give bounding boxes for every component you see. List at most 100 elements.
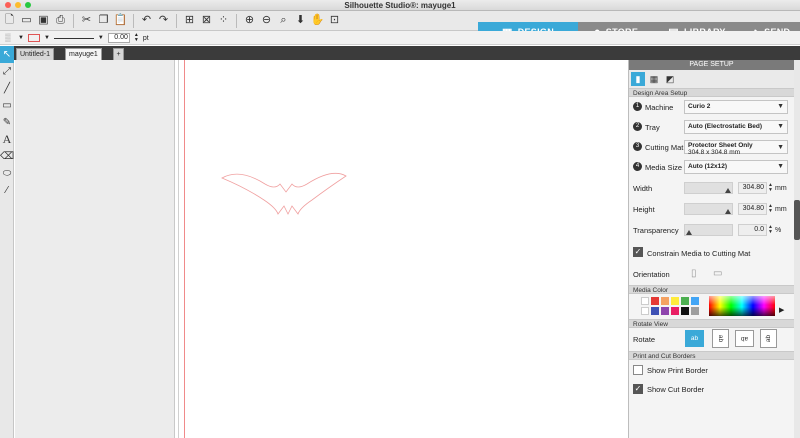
eraser-tool-icon[interactable]: ⌫ — [0, 148, 14, 165]
undo-icon[interactable]: ↶ — [139, 13, 154, 28]
cut-shape[interactable] — [220, 158, 420, 228]
paste-icon[interactable]: 📋 — [113, 13, 128, 28]
step-number: 4 — [633, 162, 642, 171]
transparency-slider[interactable] — [684, 224, 733, 236]
line-tool-icon[interactable]: ╱ — [0, 80, 14, 97]
rectangle-tool-icon[interactable]: ▭ — [0, 97, 14, 114]
show-cut-checkbox[interactable]: ✓ — [633, 384, 643, 394]
fill-pattern-icon[interactable]: ▒ — [2, 33, 14, 43]
media-size-row: 4 Media Size Auto (12x12) ▼ — [629, 157, 794, 177]
stepper-icon[interactable]: ▲ ▼ — [768, 183, 773, 193]
width-slider[interactable] — [684, 182, 733, 194]
rotate-90-button[interactable]: ab — [712, 329, 729, 348]
pencil-tool-icon[interactable]: ✎ — [0, 114, 14, 131]
rotate-180-button[interactable]: ab — [735, 330, 754, 347]
line-width-input[interactable]: 0.00 — [107, 33, 130, 43]
doc-tab-mayuge1[interactable]: mayuge1 — [65, 48, 102, 60]
page-icon[interactable]: ▮ — [631, 72, 645, 86]
slider-handle[interactable] — [725, 188, 731, 193]
rotate-0-button[interactable]: ab — [685, 330, 704, 347]
toolbar-divider — [73, 14, 74, 28]
media-size-select[interactable]: Auto (12x12) ▼ — [684, 160, 788, 174]
select-tool-icon[interactable]: ↖ — [0, 46, 14, 63]
width-unit: mm — [775, 185, 787, 192]
tray-select[interactable]: Auto (Electrostatic Bed) ▼ — [684, 120, 788, 134]
color-swatch[interactable] — [641, 307, 649, 315]
scrollbar-thumb[interactable] — [794, 200, 800, 240]
print-cut-section: Print and Cut Borders — [629, 351, 794, 360]
color-swatch[interactable] — [651, 297, 659, 305]
color-swatch[interactable] — [641, 297, 649, 305]
width-input[interactable]: 304.80 — [738, 182, 767, 194]
constrain-checkbox[interactable]: ✓ — [633, 247, 643, 257]
stepper-icon[interactable]: ▲ ▼ — [134, 33, 139, 43]
rotate-270-button[interactable]: ab — [760, 329, 777, 348]
color-swatch[interactable] — [661, 297, 669, 305]
zoom-in-icon[interactable]: ⊕ — [242, 13, 257, 28]
open-icon[interactable]: ▭ — [19, 13, 34, 28]
redo-icon[interactable]: ↷ — [156, 13, 171, 28]
chevron-down-icon[interactable]: ▼ — [44, 35, 50, 41]
stepper-icon[interactable]: ▲ ▼ — [768, 204, 773, 214]
color-swatch[interactable] — [691, 297, 699, 305]
height-slider[interactable] — [684, 203, 733, 215]
fit-icon[interactable]: ⊡ — [327, 13, 342, 28]
color-swatch[interactable] — [681, 307, 689, 315]
add-tab-button[interactable]: + — [113, 48, 124, 60]
point-edit-tool-icon[interactable]: ⤢ — [0, 63, 14, 80]
cut-icon[interactable]: ✂ — [79, 13, 94, 28]
design-page[interactable] — [174, 60, 628, 438]
show-print-checkbox[interactable] — [633, 365, 643, 375]
line-style-preview[interactable] — [53, 37, 94, 39]
copy-icon[interactable]: ❐ — [96, 13, 111, 28]
cutting-mat-select[interactable]: Protector Sheet Only 304.8 x 304.8 mm ▼ — [684, 140, 788, 156]
zoom-out-icon[interactable]: ⊖ — [259, 13, 274, 28]
vertical-scrollbar[interactable] — [794, 60, 800, 438]
title-bar: Silhouette Studio®: mayuge1 — [0, 0, 800, 11]
text-tool-icon[interactable]: A — [0, 131, 14, 148]
height-input[interactable]: 304.80 — [738, 203, 767, 215]
height-unit: mm — [775, 206, 787, 213]
line-style-bar: ▒ ▼ ▼ ▼ 0.00 ▲ ▼ pt — [0, 31, 800, 45]
doc-tab-untitled[interactable]: Untitled-1 — [16, 48, 54, 60]
line-width-unit: pt — [142, 34, 149, 42]
move-down-icon[interactable]: ⬇ — [293, 13, 308, 28]
landscape-icon[interactable]: ▭ — [713, 268, 722, 279]
group-icon[interactable]: ⊞ — [182, 13, 197, 28]
color-swatch[interactable] — [671, 297, 679, 305]
rotate-label: Rotate — [633, 335, 656, 344]
chevron-down-icon: ▼ — [777, 123, 784, 130]
color-swatch[interactable] — [691, 307, 699, 315]
main-toolbar: 🗋 ▭ ▣ ⎙ ✂ ❐ 📋 ↶ ↷ ⊞ ⊠ ⁘ ⊕ ⊖ ⌕ ⬇ ✋ ⊡ ▦DES… — [0, 11, 800, 42]
constrain-label: Constrain Media to Cutting Mat — [647, 249, 751, 258]
slider-handle[interactable] — [725, 209, 731, 214]
machine-select[interactable]: Curio 2 ▼ — [684, 100, 788, 114]
transparency-input[interactable]: 0.0 — [738, 224, 767, 236]
color-swatch[interactable] — [651, 307, 659, 315]
slider-handle[interactable] — [686, 230, 692, 235]
new-icon[interactable]: 🗋 — [2, 13, 17, 28]
color-swatch[interactable] — [671, 307, 679, 315]
color-swatch[interactable] — [681, 297, 689, 305]
grid-icon[interactable]: ▦ — [647, 72, 661, 86]
print-icon[interactable]: ⎙ — [53, 13, 68, 28]
stepper-icon[interactable]: ▲ ▼ — [768, 225, 773, 235]
pan-icon[interactable]: ✋ — [310, 13, 325, 28]
ungroup-icon[interactable]: ⊠ — [199, 13, 214, 28]
portrait-icon[interactable]: ▯ — [691, 268, 697, 279]
media-color-row: ▶ — [629, 294, 794, 319]
expand-arrow-icon[interactable]: ▶ — [779, 306, 784, 314]
chevron-down-icon[interactable]: ▼ — [98, 35, 104, 41]
background-icon[interactable]: ◩ — [663, 72, 677, 86]
document-tabs: Untitled-1 mayuge1 + — [14, 46, 800, 60]
color-swatch[interactable] — [661, 307, 669, 315]
line-color-swatch[interactable] — [27, 34, 40, 42]
machine-value: Curio 2 — [688, 103, 711, 110]
compound-icon[interactable]: ⁘ — [216, 13, 231, 28]
zoom-select-icon[interactable]: ⌕ — [276, 13, 291, 28]
chevron-down-icon[interactable]: ▼ — [18, 35, 24, 41]
color-spectrum[interactable] — [709, 296, 775, 316]
save-icon[interactable]: ▣ — [36, 13, 51, 28]
eyedropper-tool-icon[interactable]: ⁄ — [0, 182, 14, 199]
knife-tool-icon[interactable]: ⬭ — [0, 165, 14, 182]
